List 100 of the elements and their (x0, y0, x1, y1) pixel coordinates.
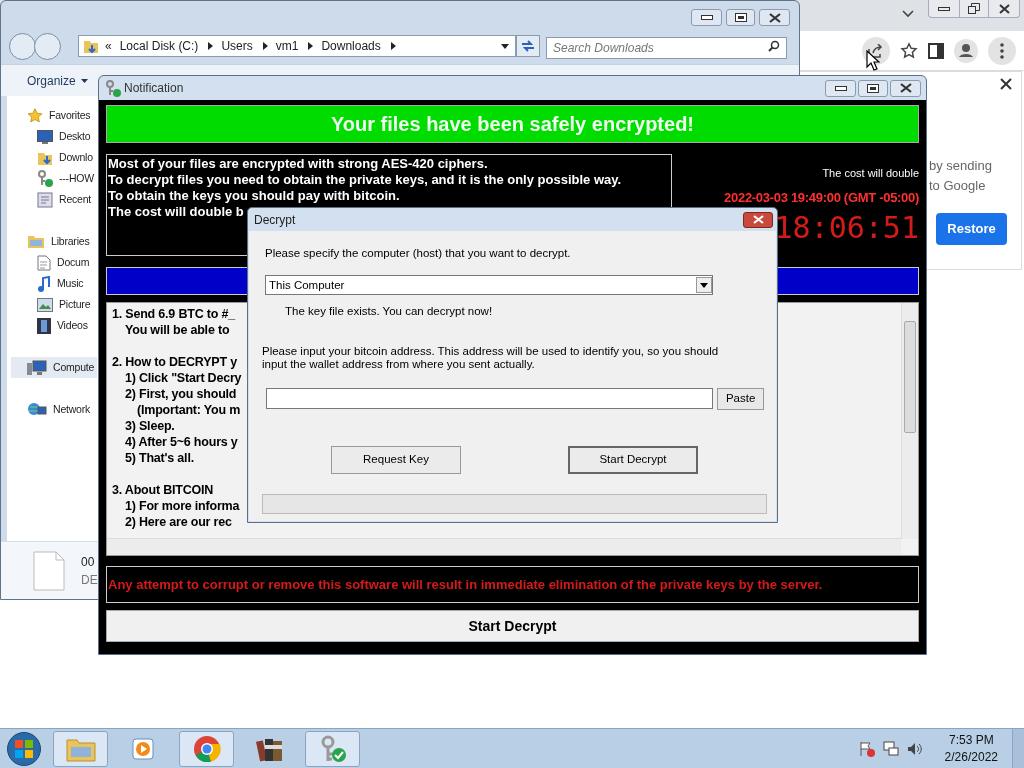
search-icon (768, 40, 780, 52)
close-icon[interactable] (1000, 78, 1012, 90)
profile-icon[interactable] (954, 38, 978, 63)
search-field[interactable]: Search Downloads (546, 37, 787, 59)
vertical-scrollbar[interactable] (901, 303, 918, 539)
key-status: The key file exists. You can decrypt now! (285, 304, 494, 320)
instruction-line: 1. Send 6.9 BTC to #_ (111, 306, 235, 322)
windows-logo-icon (15, 739, 33, 758)
nav-item[interactable]: Deskto (11, 126, 97, 147)
minimize-button[interactable] (691, 9, 722, 26)
restore-button[interactable]: Restore (936, 213, 1007, 245)
file-name: 00 (81, 553, 96, 571)
banner: Your files have been safely encrypted! (106, 105, 919, 143)
nav-item[interactable]: Videos (11, 315, 97, 336)
address-label: Please input your bitcoin address. This address will be used to identify you, so you should input the wallet address from where you sent actually. (262, 344, 720, 371)
panel-text: to Google (929, 177, 987, 195)
picture-icon (37, 297, 53, 312)
play-icon (131, 735, 156, 762)
instruction-line: 2. How to DECRYPT y (111, 354, 237, 370)
sidebar-icon[interactable] (928, 42, 944, 59)
restore-icon (968, 3, 980, 14)
cost-label: The cost will double (822, 166, 919, 181)
nav-item[interactable]: Network (11, 399, 97, 420)
minimize-icon (700, 15, 713, 20)
nav-item[interactable]: Downlo (11, 147, 97, 168)
keys-icon (37, 170, 53, 187)
breadcrumb[interactable]: Local Disk (C:) (119, 37, 199, 55)
chevron-down-icon[interactable] (902, 10, 914, 18)
nav-item[interactable]: Favorites (11, 105, 97, 126)
film-icon (37, 317, 51, 334)
close-icon (752, 215, 764, 224)
nav-item[interactable]: Music (11, 273, 97, 294)
maximize-icon (867, 83, 879, 93)
nav-item[interactable]: Recent (11, 189, 97, 210)
dialog-title: Decrypt (254, 211, 296, 229)
maximize-icon (734, 13, 747, 22)
close-button[interactable] (743, 211, 773, 228)
close-button[interactable] (759, 9, 790, 26)
computer-icon (27, 359, 47, 376)
minimize-button[interactable] (825, 79, 856, 97)
round-logo-icon (192, 734, 221, 763)
restore-button[interactable] (959, 0, 989, 17)
flag-icon (858, 740, 875, 757)
breadcrumb[interactable]: vm1 (275, 37, 299, 55)
instruction-line: 1) Click "Start Decry (124, 370, 242, 386)
host-label: Please specify the computer (host) that you want to decrypt. (265, 246, 572, 261)
request-key-button[interactable]: Request Key (331, 445, 461, 474)
nav-item[interactable]: Libraries (11, 231, 97, 252)
overflow-chevrons[interactable]: « (105, 37, 112, 55)
horizontal-scrollbar[interactable] (107, 538, 901, 555)
refresh-icon (521, 40, 535, 52)
address-bar[interactable]: « Local Disk (C:) Users vm1 Downloads (78, 35, 516, 57)
star-icon[interactable] (900, 41, 918, 60)
bitcoin-address-field[interactable] (266, 388, 714, 409)
window-title: Notification (124, 80, 184, 97)
start-button[interactable] (7, 731, 41, 766)
instruction-line: 3. About BITCOIN (111, 482, 214, 498)
recent-icon (37, 191, 53, 208)
star-icon (27, 107, 43, 124)
maximize-button[interactable] (858, 79, 888, 97)
close-button[interactable] (890, 79, 921, 97)
dropdown-icon (700, 282, 708, 288)
paste-button[interactable]: Paste (717, 387, 764, 410)
nav-item[interactable]: Compute (11, 357, 97, 378)
caret-icon[interactable] (208, 42, 214, 50)
refresh-button[interactable] (516, 35, 540, 57)
nav-item[interactable]: Picture (11, 294, 97, 315)
message-line: Most of your files are encrypted with strong AES-420 ciphers. (107, 156, 489, 172)
instruction-line: 5) That's all. (124, 450, 194, 466)
file-type: DE (81, 571, 98, 589)
menu-button[interactable] (988, 36, 1016, 65)
instruction-line: 1) For more informa (124, 498, 240, 514)
warning-box: Any attempt to corrupt or remove this software will result in immediate elimination of the private keys by the server. (106, 566, 919, 603)
nav-item[interactable]: ---HOW (11, 168, 97, 189)
file-icon (33, 550, 65, 591)
keys-icon (105, 79, 121, 97)
start-decrypt-button[interactable]: Start Decrypt (568, 445, 698, 474)
deadline-text: 2022-03-03 19:49:00 (GMT -05:00) (724, 189, 919, 205)
maximize-button[interactable] (726, 9, 755, 26)
nav-item[interactable]: Docum (11, 252, 97, 273)
clock-date[interactable]: 2/26/2022 (944, 748, 998, 766)
dropdown-icon[interactable] (501, 43, 509, 49)
minimize-icon (834, 85, 847, 91)
caret-icon (80, 78, 88, 83)
breadcrumb[interactable]: Users (221, 37, 253, 55)
instruction-line: 4) After 5~6 hours y (124, 434, 238, 450)
caret-icon[interactable] (390, 42, 396, 50)
folder-icon (83, 38, 99, 54)
message-line: The cost will double b (107, 204, 245, 220)
caret-icon[interactable] (262, 42, 268, 50)
instruction-line: 2) Here are our rec (124, 514, 232, 530)
network-icon (882, 740, 899, 757)
host-dropdown[interactable]: This Computer (265, 275, 713, 296)
breadcrumb[interactable]: Downloads (321, 37, 381, 55)
caret-icon[interactable] (308, 42, 314, 50)
clock-time[interactable]: 7:53 PM (948, 731, 994, 749)
instruction-line: 3) Sleep. (124, 418, 175, 434)
minimize-icon (938, 6, 950, 11)
organize-button[interactable]: Organize (27, 71, 88, 90)
start-decrypt-button[interactable]: Start Decrypt (106, 610, 919, 642)
